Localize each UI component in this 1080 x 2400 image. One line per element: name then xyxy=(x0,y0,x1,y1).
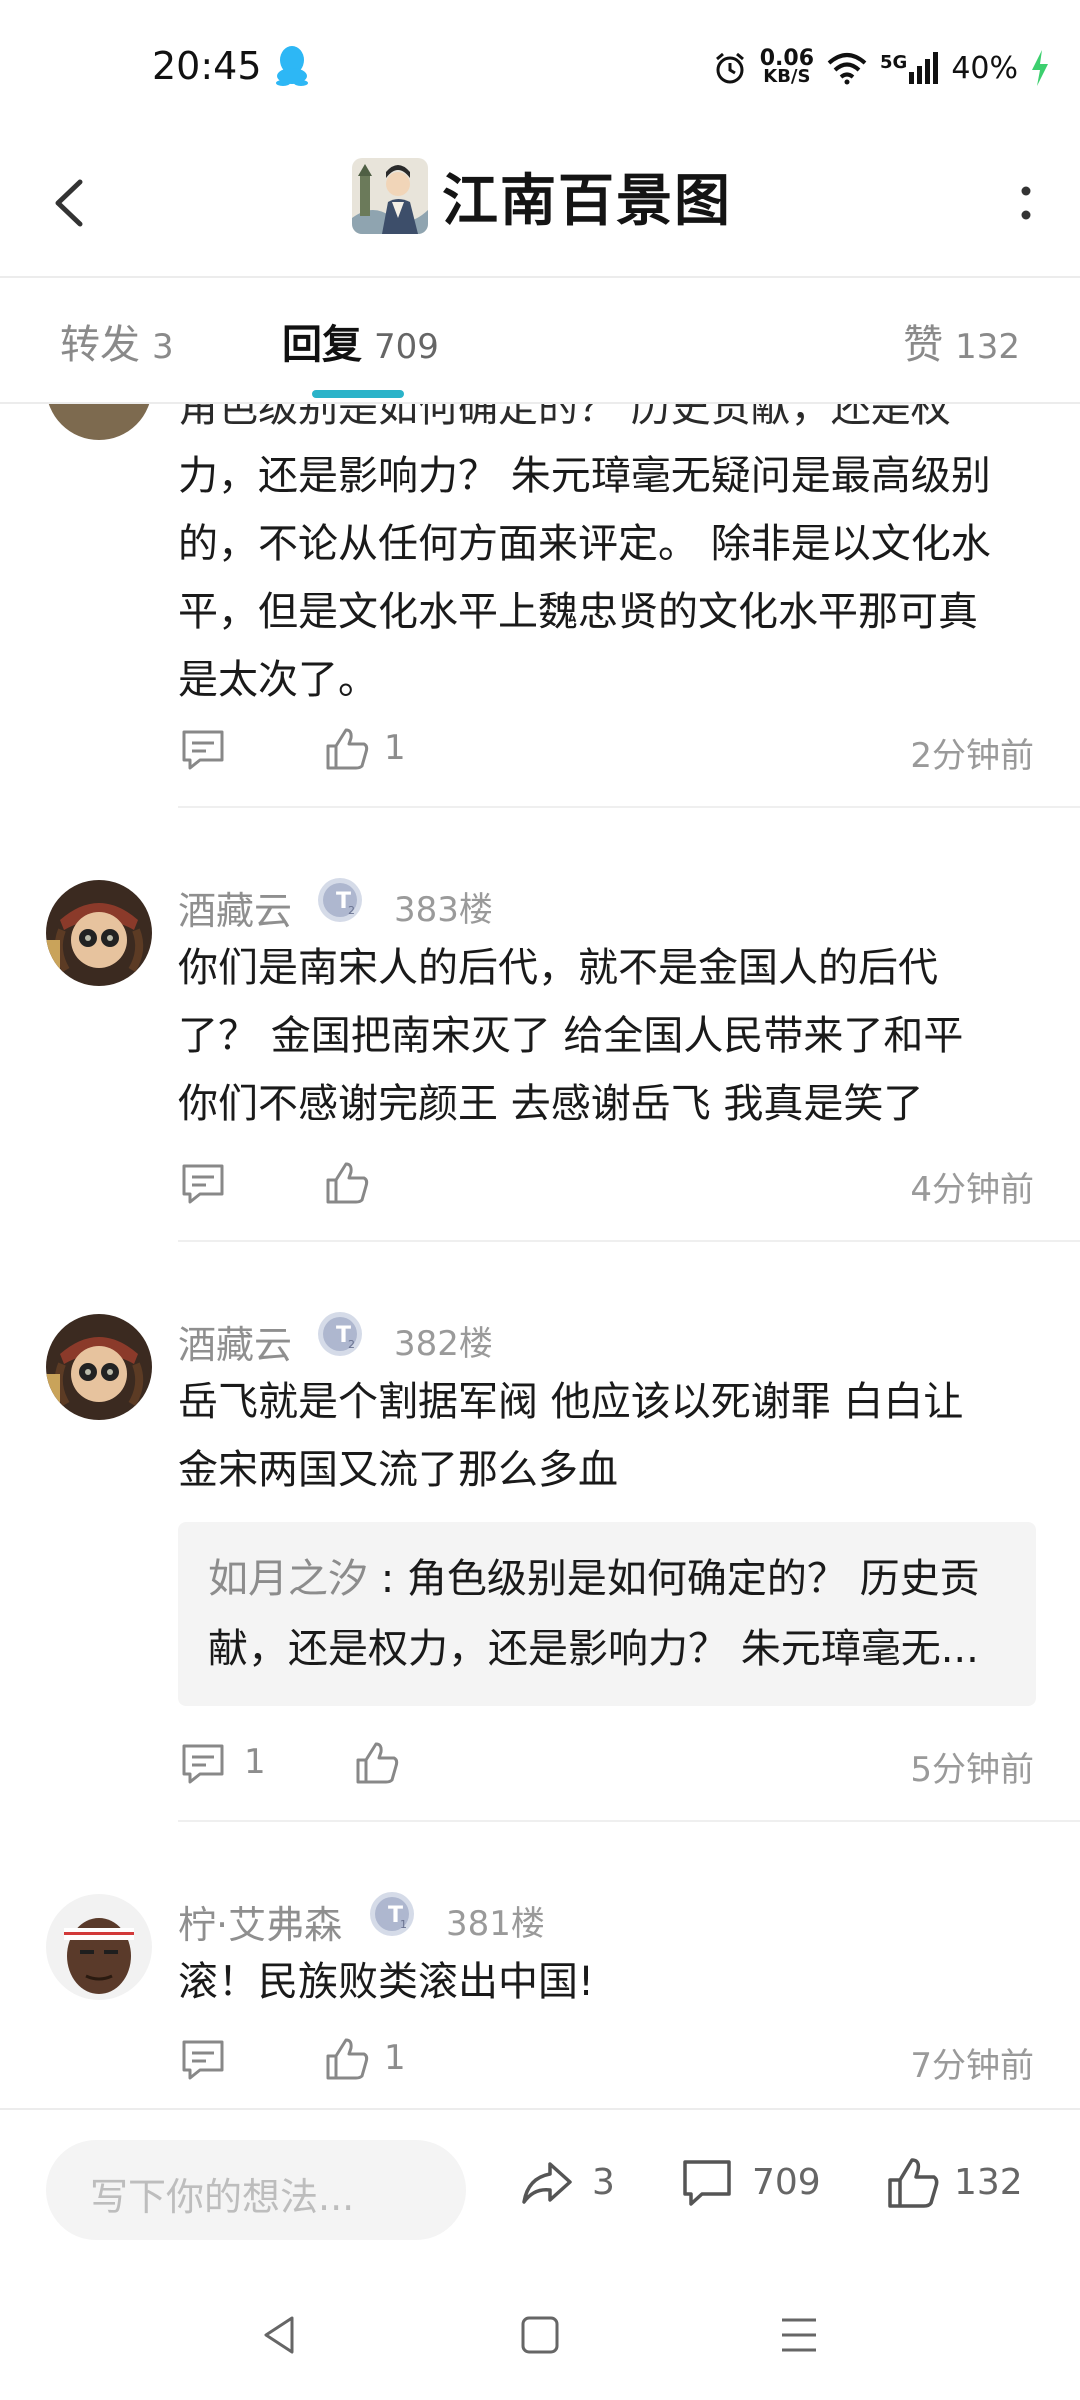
comment-input[interactable]: 写下你的想法... xyxy=(46,2140,466,2240)
floor-number: 381楼 xyxy=(446,1904,545,1944)
username[interactable]: 酒藏云 xyxy=(178,880,292,935)
comment-text: 你们是南宋人的后代，就不是金国人的后代 了？ 金国把南宋灭了 给全国人民带来了和… xyxy=(178,945,964,1127)
forum-title: 江南百景图 xyxy=(442,169,732,234)
divider xyxy=(178,806,1080,808)
comment-actions: 4分钟前 xyxy=(178,1154,1034,1214)
comments-count: 709 xyxy=(752,2162,821,2203)
tab-label: 转发 xyxy=(60,322,140,368)
comment-text: 力，还是影响力？ 朱元璋毫无疑问是最高级别 的，不论从任何方面来评定。 除非是以… xyxy=(178,453,991,703)
share-icon xyxy=(522,2162,572,2204)
level-badge-icon: T 2 xyxy=(318,1312,362,1356)
tab-bar: 转发 3 回复 709 赞 132 xyxy=(0,278,1080,404)
quoted-reply[interactable]: 如月之汐 : 角色级别是如何确定的？ 历史贡 献，还是权力，还是影响力？ 朱元璋… xyxy=(178,1522,1036,1706)
quoted-author[interactable]: 如月之汐 xyxy=(208,1556,368,1602)
nav-home-icon[interactable] xyxy=(515,2310,565,2360)
tab-label: 回复 xyxy=(282,322,362,368)
like-count: 1 xyxy=(384,728,406,768)
active-tab-indicator xyxy=(312,390,404,398)
status-time: 20:45 xyxy=(152,44,262,88)
status-bar: 20:45 0.06 KB/S 5G 40% xyxy=(0,0,1080,130)
nav-menu-icon[interactable] xyxy=(774,2310,824,2360)
charging-icon xyxy=(1032,50,1048,86)
comment-time: 2分钟前 xyxy=(910,736,1034,776)
tab-replies[interactable]: 回复 709 xyxy=(282,312,439,370)
reply-count: 1 xyxy=(244,1742,266,1782)
like-button[interactable]: 132 xyxy=(886,2156,1046,2216)
tab-forward[interactable]: 转发 3 xyxy=(60,312,174,370)
comment-input-placeholder: 写下你的想法... xyxy=(90,2175,355,2219)
tab-likes[interactable]: 赞 132 xyxy=(903,312,1020,370)
like-icon[interactable] xyxy=(324,1160,370,1206)
network-type: 5G xyxy=(880,52,939,84)
like-icon[interactable] xyxy=(354,1740,400,1786)
avatar[interactable] xyxy=(46,1894,152,2000)
divider xyxy=(178,1240,1080,1242)
forward-button[interactable]: 3 xyxy=(520,2156,620,2216)
comment-actions: 1 5分钟前 xyxy=(178,1734,1034,1794)
avatar[interactable] xyxy=(46,1314,152,1420)
svg-text:2: 2 xyxy=(348,1338,355,1351)
comment-icon xyxy=(683,2160,731,2206)
like-count: 1 xyxy=(384,2038,406,2078)
reply-icon[interactable] xyxy=(180,726,226,772)
like-icon[interactable] xyxy=(324,726,370,772)
tab-count: 132 xyxy=(955,327,1020,367)
comment-actions: 1 2分钟前 xyxy=(178,720,1034,780)
reply-icon[interactable] xyxy=(180,1740,226,1786)
like-icon[interactable] xyxy=(324,2036,370,2082)
battery-percent: 40% xyxy=(951,50,1018,86)
level-badge-icon: T 1 xyxy=(370,1892,414,1936)
comment-text: 岳飞就是个割据军阀 他应该以死谢罪 白白让 金宋两国又流了那么多血 xyxy=(178,1379,964,1493)
avatar[interactable] xyxy=(46,404,152,440)
forward-count: 3 xyxy=(592,2162,615,2203)
header: 江南百景图 xyxy=(0,130,1080,278)
tab-label: 赞 xyxy=(903,322,944,368)
nav-back-icon[interactable] xyxy=(256,2310,306,2360)
comment-time: 7分钟前 xyxy=(910,2046,1034,2086)
quoted-text: 如月之汐 : 角色级别是如何确定的？ 历史贡 献，还是权力，还是影响力？ 朱元璋… xyxy=(208,1556,980,1672)
reply-icon[interactable] xyxy=(180,1160,226,1206)
thumbs-up-icon xyxy=(888,2158,939,2208)
comments-button[interactable]: 709 xyxy=(680,2156,840,2216)
svg-text:1: 1 xyxy=(400,1918,407,1931)
system-nav-bar xyxy=(0,2270,1080,2400)
username[interactable]: 酒藏云 xyxy=(178,1314,292,1369)
comment-time: 5分钟前 xyxy=(910,1750,1034,1790)
comment-actions: 1 7分钟前 xyxy=(178,2030,1034,2090)
svg-text:2: 2 xyxy=(348,904,355,917)
username[interactable]: 柠·艾弗森 xyxy=(178,1894,342,1949)
reply-icon[interactable] xyxy=(180,2036,226,2082)
wifi-icon xyxy=(827,53,867,85)
qq-icon xyxy=(273,44,311,86)
signal-icon xyxy=(909,52,939,84)
level-badge-icon: T 2 xyxy=(318,878,362,922)
net-speed: 0.06 KB/S xyxy=(759,46,814,87)
more-icon[interactable] xyxy=(1016,172,1036,232)
comment-text: 滚！民族败类滚出中国! xyxy=(178,1959,595,2005)
back-icon[interactable] xyxy=(44,168,94,238)
forum-logo[interactable] xyxy=(352,158,428,234)
comment-text-partial: 角色级别是如何确定的？ 历史贡献，还是权 xyxy=(178,404,951,431)
comment-time: 4分钟前 xyxy=(910,1170,1034,1210)
avatar[interactable] xyxy=(46,880,152,986)
alarm-icon xyxy=(715,52,744,84)
floor-number: 383楼 xyxy=(394,890,493,930)
divider xyxy=(178,1820,1080,1822)
bottom-action-bar: 写下你的想法... 3 709 132 xyxy=(0,2108,1080,2270)
likes-count: 132 xyxy=(954,2162,1023,2203)
tab-count: 709 xyxy=(374,327,439,367)
comment-list[interactable]: 角色级别是如何确定的？ 历史贡献，还是权 力，还是影响力？ 朱元璋毫无疑问是最高… xyxy=(0,404,1080,2104)
tab-count: 3 xyxy=(152,327,174,367)
floor-number: 382楼 xyxy=(394,1324,493,1364)
